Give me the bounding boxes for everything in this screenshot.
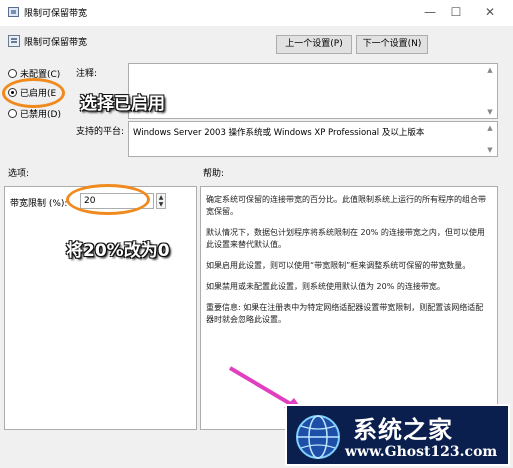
annotation-change-value: 将20%改为0 (66, 241, 170, 261)
options-label: 选项: (8, 169, 30, 179)
annotation-ellipse-enabled (2, 78, 65, 108)
supported-label: 支持的平台: (76, 127, 125, 137)
supported-value: Windows Server 2003 操作系统或 Windows XP Pro… (133, 128, 425, 138)
watermark-logo: 系统之家 www.Ghost123.com (285, 404, 510, 466)
annotation-select-enabled: 选择已启用 (80, 94, 165, 114)
watermark-url: www.Ghost123.com (345, 444, 498, 460)
minimize-button[interactable]: — (420, 4, 440, 20)
setting-icon (8, 35, 20, 47)
scroll-down-icon[interactable]: ▼ (485, 108, 495, 116)
radio-circle[interactable] (8, 68, 17, 78)
policy-name: 限制可保留带宽 (24, 38, 88, 48)
options-panel (4, 186, 197, 430)
help-label: 帮助: (203, 169, 225, 179)
watermark-name: 系统之家 (353, 415, 453, 444)
scroll-down-icon[interactable]: ▼ (485, 146, 495, 154)
maximize-button[interactable]: ☐ (446, 4, 466, 20)
spin-down-icon[interactable]: ▼ (157, 201, 165, 208)
bandwidth-label: 带宽限制 (%): (10, 199, 68, 209)
comment-scrollbar[interactable]: ▲ ▼ (485, 66, 495, 116)
help-text: 确定系统可保留的连接带宽的百分比。此值限制系统上运行的所有程序的组合带宽保留。 … (206, 194, 490, 335)
prev-setting-button[interactable]: 上一个设置(P) (276, 35, 352, 54)
help-paragraph: 确定系统可保留的连接带宽的百分比。此值限制系统上运行的所有程序的组合带宽保留。 (206, 195, 486, 216)
radio-disabled[interactable]: 已禁用(D) (8, 106, 61, 120)
radio-circle[interactable] (8, 108, 17, 118)
scroll-up-icon[interactable]: ▲ (485, 66, 495, 74)
bandwidth-spinner[interactable]: ▲ ▼ (156, 193, 166, 209)
close-button[interactable]: ✕ (480, 4, 500, 20)
radio-label: 已禁用(D) (20, 109, 61, 120)
comment-textbox[interactable]: ▲ ▼ (128, 63, 498, 119)
help-paragraph: 默认情况下，数据包计划程序将系统限制在 20% 的连接带宽之内，但可以使用此设置… (206, 228, 485, 249)
help-paragraph: 重要信息: 如果在注册表中为特定网络适配器设置带宽限制，则配置该网络适配器时就会… (206, 303, 484, 324)
supported-scrollbar[interactable]: ▲ ▼ (485, 124, 495, 154)
help-paragraph: 如果启用此设置，则可以使用“带宽限制”框来调整系统可保留的带宽数量。 (206, 261, 471, 270)
comment-label: 注释: (76, 69, 98, 79)
supported-textbox: Windows Server 2003 操作系统或 Windows XP Pro… (128, 121, 498, 157)
window-title: 限制可保留带宽 (24, 9, 88, 19)
help-paragraph: 如果禁用或未配置此设置，则系统使用默认值为 20% 的连接带宽。 (206, 282, 445, 291)
policy-icon (8, 7, 19, 17)
annotation-ellipse-bandwidth (66, 184, 150, 215)
globe-icon (296, 415, 340, 459)
spin-up-icon[interactable]: ▲ (157, 194, 165, 201)
next-setting-button[interactable]: 下一个设置(N) (356, 35, 428, 54)
scroll-up-icon[interactable]: ▲ (485, 124, 495, 132)
